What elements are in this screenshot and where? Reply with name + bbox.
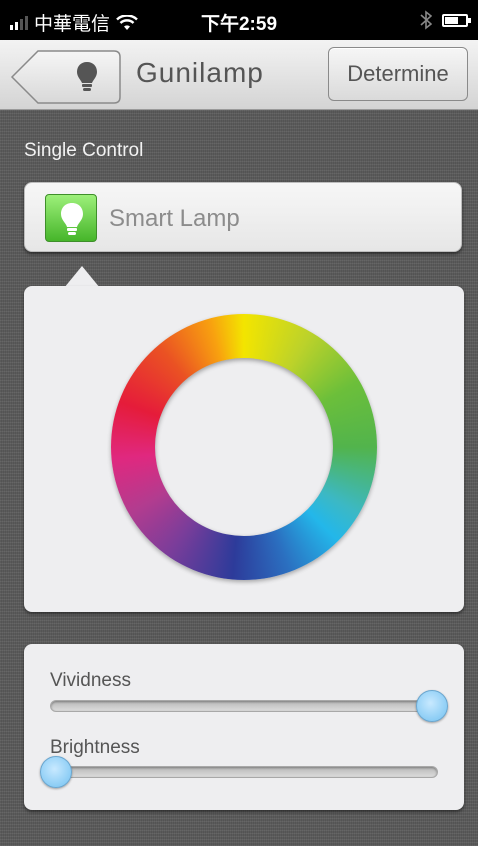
page-title: Gunilamp bbox=[136, 57, 264, 88]
bluetooth-icon bbox=[420, 10, 432, 30]
slider-panel: Vividness Brightness bbox=[24, 644, 464, 810]
color-wheel-center bbox=[155, 358, 333, 536]
panel-pointer bbox=[64, 266, 100, 288]
brightness-slider-thumb[interactable] bbox=[40, 756, 72, 788]
vividness-slider-thumb[interactable] bbox=[416, 690, 448, 722]
color-wheel[interactable] bbox=[111, 314, 377, 580]
brightness-slider-track[interactable] bbox=[50, 766, 438, 778]
determine-button[interactable]: Determine bbox=[328, 47, 468, 101]
section-label: Single Control bbox=[24, 140, 144, 161]
vividness-label: Vividness bbox=[50, 670, 131, 691]
back-arrow-shape bbox=[10, 50, 121, 104]
status-right bbox=[420, 10, 471, 30]
battery-icon bbox=[442, 13, 471, 27]
device-selector[interactable]: Smart Lamp bbox=[24, 182, 462, 252]
lightbulb-icon bbox=[77, 62, 97, 91]
device-name: Smart Lamp bbox=[109, 205, 240, 232]
status-bar: 中華電信 下午2:59 bbox=[0, 0, 478, 40]
back-button[interactable] bbox=[10, 49, 122, 105]
brightness-label: Brightness bbox=[50, 737, 140, 758]
navigation-bar: Gunilamp Determine bbox=[0, 40, 478, 110]
vividness-slider-track[interactable] bbox=[50, 700, 438, 712]
lamp-icon bbox=[45, 194, 97, 242]
status-time: 下午2:59 bbox=[200, 14, 278, 35]
